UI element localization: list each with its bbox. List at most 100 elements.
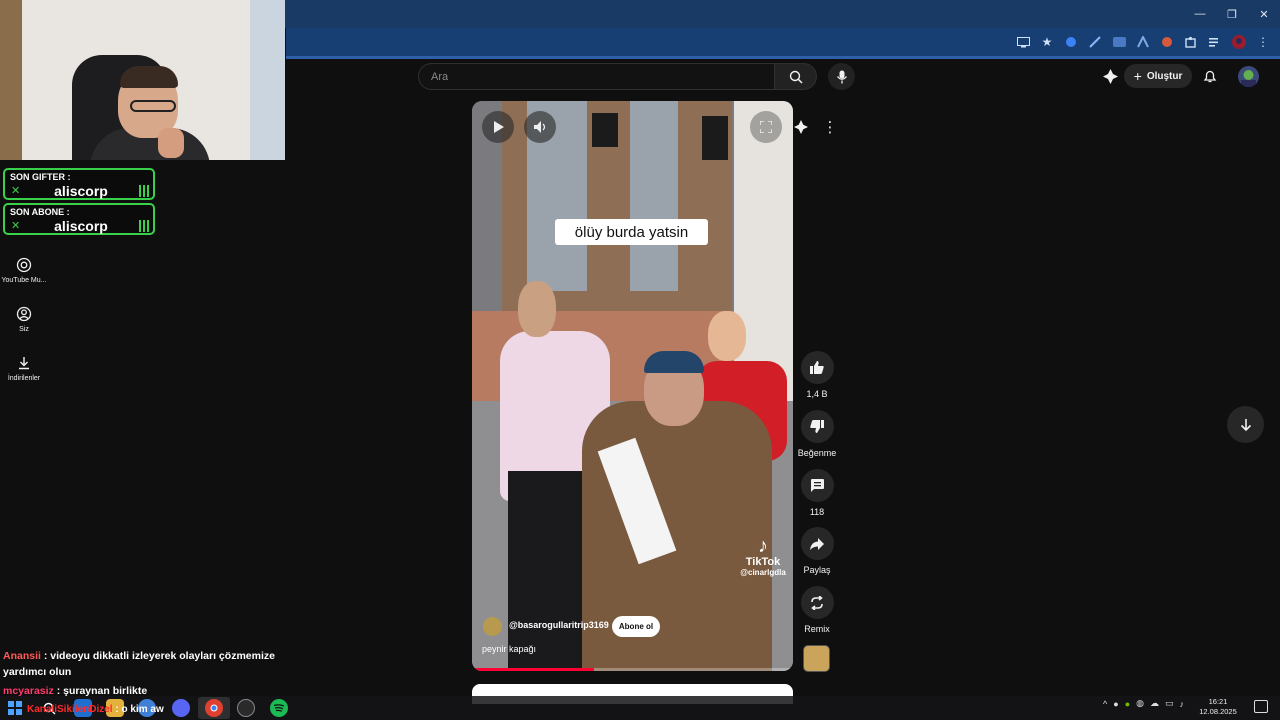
- play-button[interactable]: [482, 111, 514, 143]
- sidebar-item-downloads[interactable]: İndirilenler: [0, 355, 48, 382]
- dislike-action[interactable]: Beğenme: [797, 410, 837, 458]
- thumbs-up-icon: [810, 361, 824, 374]
- short-video-player[interactable]: [472, 101, 793, 671]
- bookmark-star-icon[interactable]: ★: [1038, 33, 1056, 51]
- media-queue-icon[interactable]: [1206, 33, 1224, 51]
- search-icon: [789, 70, 803, 84]
- volume-icon: [533, 121, 545, 133]
- like-action[interactable]: 1,4 B: [797, 351, 837, 399]
- steam-icon[interactable]: ◍: [1136, 698, 1144, 709]
- create-button[interactable]: + Oluştur: [1124, 64, 1192, 88]
- install-app-icon[interactable]: [1014, 33, 1032, 51]
- thumbs-down-icon: [810, 420, 824, 433]
- remix-label: Remix: [804, 624, 830, 634]
- more-options-icon[interactable]: ⋮: [822, 118, 838, 136]
- tiktok-handle: @cinarlgdla: [740, 568, 786, 577]
- man-head: [518, 281, 556, 337]
- search-button[interactable]: [775, 63, 817, 90]
- extensions-puzzle-icon[interactable]: [1182, 33, 1200, 51]
- notifications-bell-icon[interactable]: [1202, 68, 1218, 84]
- channel-avatar[interactable]: [483, 617, 502, 636]
- extension-a-icon[interactable]: [1134, 33, 1152, 51]
- remix-icon: [811, 595, 823, 610]
- man-trousers: [508, 471, 588, 671]
- progress-fill: [472, 668, 594, 671]
- search-box: [418, 63, 775, 90]
- short-title[interactable]: peynir kapağı: [482, 644, 536, 654]
- comment-icon: [810, 479, 824, 492]
- building-window: [702, 116, 728, 160]
- extension-pen-icon[interactable]: [1086, 33, 1104, 51]
- tiktok-logo-icon: ♪: [758, 535, 768, 557]
- streamer-glasses: [130, 100, 176, 112]
- clock-date: 12.08.2025: [1199, 707, 1237, 716]
- chevron-up-icon[interactable]: ^: [1103, 699, 1107, 709]
- alert-label: SON GIFTER :: [10, 172, 71, 182]
- like-button[interactable]: [800, 351, 834, 384]
- account-avatar[interactable]: [1238, 66, 1259, 87]
- restore-button[interactable]: ❐: [1216, 0, 1248, 28]
- fullscreen-button[interactable]: [750, 111, 782, 143]
- volume-button[interactable]: [524, 111, 556, 143]
- speaker-icon[interactable]: ♪: [1180, 699, 1185, 709]
- channel-handle[interactable]: @basarogullaritrip3169: [509, 620, 609, 630]
- streamer-hand: [158, 128, 184, 158]
- windows-start-icon[interactable]: [6, 699, 24, 717]
- chat-message: Anansii : videoyu dikkatli izleyerek ola…: [3, 648, 293, 680]
- profile-avatar-icon[interactable]: [1230, 33, 1248, 51]
- bookshelf: [0, 0, 22, 160]
- search-input[interactable]: [419, 64, 774, 89]
- alert-label: SON ABONE :: [10, 207, 70, 217]
- comments-button[interactable]: [800, 469, 834, 502]
- share-arrow-icon: [810, 537, 824, 550]
- plane-icon: ✕: [11, 220, 21, 232]
- sidebar-item-you[interactable]: Siz: [0, 306, 48, 333]
- voice-search-button[interactable]: [828, 63, 855, 90]
- notification-center-icon[interactable]: [1254, 700, 1268, 713]
- sidebar-item-youtube-music[interactable]: YouTube Mu...: [0, 257, 48, 284]
- extension-bar: ★ ⋮: [1014, 32, 1272, 52]
- remix-button[interactable]: [800, 586, 834, 619]
- gemini-spark-icon[interactable]: [1102, 68, 1119, 85]
- audio-source-thumbnail[interactable]: [803, 645, 830, 672]
- share-button[interactable]: [800, 527, 834, 560]
- remix-action[interactable]: Remix: [797, 586, 837, 634]
- chat-username: Anansii: [3, 650, 41, 662]
- next-short-button[interactable]: [1227, 406, 1264, 443]
- gemini-spark-icon[interactable]: [793, 119, 809, 135]
- clock-time: 16:21: [1208, 697, 1228, 706]
- share-label: Paylaş: [803, 565, 831, 575]
- dislike-button[interactable]: [800, 410, 834, 443]
- chat-text: : o kim aw: [112, 704, 164, 715]
- tiktok-watermark: ♪ TikTok @cinarlgdla: [737, 536, 789, 577]
- last-subscriber-alert: SON ABONE : ✕ aliscorp: [3, 203, 155, 235]
- youtube-music-icon: [16, 257, 32, 273]
- account-icon: [16, 306, 32, 322]
- building-window: [592, 113, 618, 147]
- share-action[interactable]: Paylaş: [797, 527, 837, 575]
- taskbar-clock[interactable]: 16:21 12.08.2025: [1198, 697, 1238, 717]
- white-wall: [734, 101, 793, 401]
- cloud-icon[interactable]: ☁: [1150, 698, 1159, 709]
- extension-red-icon[interactable]: [1158, 33, 1176, 51]
- close-button[interactable]: ✕: [1248, 0, 1280, 28]
- chat-message: KanaliSikilenDizel : o kim aw: [27, 702, 317, 718]
- nvidia-icon[interactable]: ●: [1125, 699, 1130, 709]
- chat-username: KanaliSikilenDizel: [27, 704, 113, 715]
- toolbar-divider: [286, 56, 1280, 59]
- minimize-button[interactable]: —: [1184, 0, 1216, 28]
- microphone-icon[interactable]: ●: [1113, 699, 1118, 709]
- browser-menu-icon[interactable]: ⋮: [1254, 33, 1272, 51]
- network-icon[interactable]: ▭: [1165, 698, 1174, 709]
- create-button-label: Oluştur: [1146, 70, 1183, 82]
- sidebar-item-label: YouTube Mu...: [1, 277, 47, 284]
- subscribe-button[interactable]: Abone ol: [612, 616, 660, 637]
- window-controls: — ❐ ✕: [1184, 0, 1280, 28]
- extension-translate-icon[interactable]: [1110, 33, 1128, 51]
- plus-icon: +: [1133, 68, 1142, 84]
- sidebar-item-label: İndirilenler: [7, 375, 41, 382]
- arrow-down-icon: [1240, 418, 1251, 431]
- fullscreen-icon: [760, 121, 772, 133]
- extension-blue-icon[interactable]: [1062, 33, 1080, 51]
- comments-action[interactable]: 118: [797, 469, 837, 517]
